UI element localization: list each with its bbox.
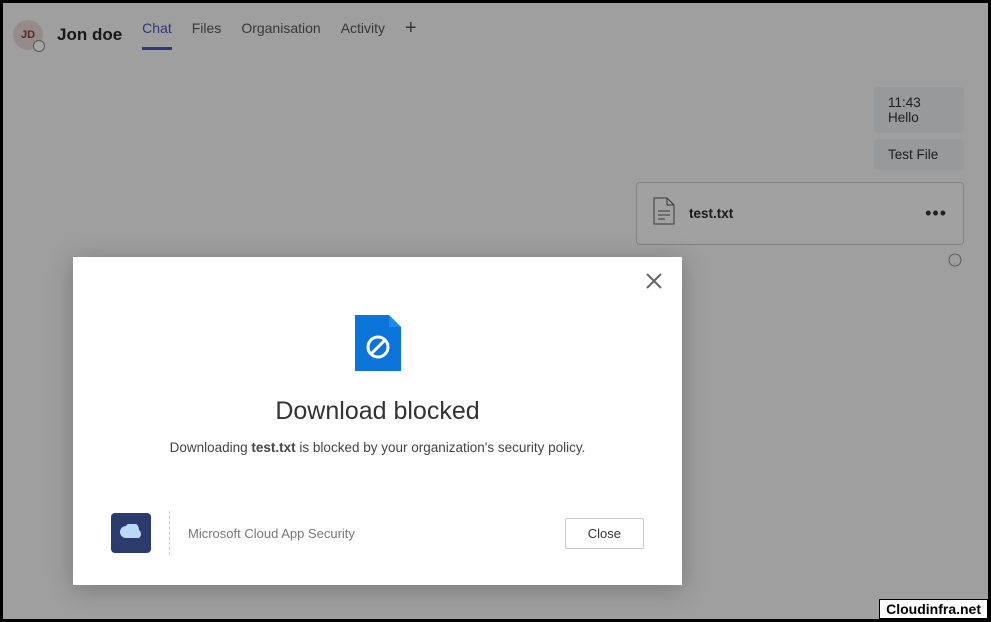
file-icon [653, 197, 675, 230]
tab-activity[interactable]: Activity [341, 20, 385, 50]
chat-header: JD Jon doe Chat Files Organisation Activ… [3, 3, 988, 57]
divider [169, 511, 170, 555]
watermark: Cloudinfra.net [879, 599, 988, 619]
message-bubble: 11:43 Hello [874, 87, 964, 133]
message-bubble: Test File [874, 139, 964, 170]
file-name: test.txt [689, 206, 911, 221]
dialog-description: Downloading test.txt is blocked by your … [111, 440, 644, 455]
close-icon[interactable] [644, 271, 664, 296]
contact-name: Jon doe [57, 25, 122, 45]
contact-avatar[interactable]: JD [13, 20, 43, 50]
file-attachment[interactable]: test.txt ••• [636, 182, 964, 245]
tabs: Chat Files Organisation Activity + [142, 20, 417, 50]
cloud-app-security-icon [111, 513, 151, 553]
close-button[interactable]: Close [565, 518, 644, 549]
message-time: 11:43 [888, 95, 950, 110]
tab-organisation[interactable]: Organisation [241, 20, 320, 50]
tab-chat[interactable]: Chat [142, 20, 172, 50]
message-status-icon [946, 251, 964, 269]
message-text: Hello [888, 110, 950, 125]
tab-files[interactable]: Files [192, 20, 222, 50]
dialog-title: Download blocked [111, 397, 644, 426]
footer-text: Microsoft Cloud App Security [188, 526, 547, 541]
blocked-file-icon [111, 315, 644, 371]
tab-add-icon[interactable]: + [405, 21, 417, 49]
file-more-icon[interactable]: ••• [925, 203, 947, 224]
dialog-footer: Microsoft Cloud App Security Close [111, 511, 644, 555]
download-blocked-dialog: Download blocked Downloading test.txt is… [73, 257, 682, 585]
chat-area: 11:43 Hello Test File test.txt ••• [3, 57, 988, 87]
